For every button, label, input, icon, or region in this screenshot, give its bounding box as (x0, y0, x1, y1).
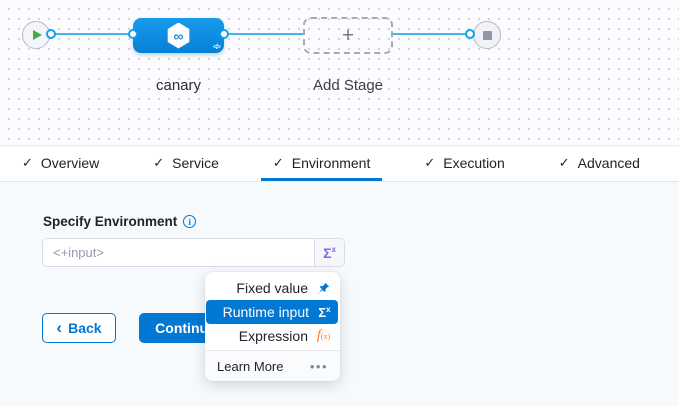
edge-addstage-to-end (392, 33, 471, 35)
pipeline-canvas: ∞ </> + canary Add Stage (0, 0, 679, 146)
tab-label: Environment (292, 155, 371, 171)
menu-item-fixed-value[interactable]: Fixed value (205, 276, 340, 300)
edge-stage-to-addstage (228, 33, 304, 35)
sigma-icon: Σx (317, 305, 332, 320)
tab-label: Overview (41, 155, 99, 171)
stage-config-tabbar: ✓ Overview ✓ Service ✓ Environment ✓ Exe… (0, 147, 679, 182)
code-icon: </> (213, 44, 220, 51)
check-icon: ✓ (153, 155, 164, 171)
pipeline-end-node (473, 21, 501, 49)
stage-in-port (128, 29, 138, 39)
add-stage-label: Add Stage (298, 77, 398, 94)
check-icon: ✓ (273, 155, 284, 171)
menu-item-expression[interactable]: Expression f(x) (205, 324, 340, 348)
start-out-port (46, 29, 56, 39)
input-type-menu: Fixed value Runtime input Σx Expression … (205, 272, 340, 381)
environment-input[interactable] (43, 239, 314, 266)
expression-fx-icon: f(x) (316, 328, 331, 344)
tab-label: Advanced (578, 155, 640, 171)
end-in-port (465, 29, 475, 39)
sigma-icon: Σ (323, 245, 331, 261)
tab-execution[interactable]: ✓ Execution (412, 147, 516, 181)
tab-advanced[interactable]: ✓ Advanced (547, 147, 652, 181)
plus-icon: + (342, 25, 354, 46)
tab-service[interactable]: ✓ Service (141, 147, 231, 181)
more-options-icon[interactable]: ••• (310, 359, 328, 374)
stage-out-port (219, 29, 229, 39)
menu-footer: Learn More ••• (205, 351, 340, 381)
environment-input-group: Σx (42, 238, 345, 267)
check-icon: ✓ (22, 155, 33, 171)
chevron-left-icon: ‹ (56, 319, 62, 336)
menu-item-runtime-input[interactable]: Runtime input Σx (206, 300, 338, 324)
pin-icon (316, 282, 331, 295)
tab-overview[interactable]: ✓ Overview (10, 147, 111, 181)
add-stage-button[interactable]: + (303, 17, 393, 54)
play-icon (33, 30, 42, 40)
specify-environment-label: Specify Environment (43, 214, 177, 229)
check-icon: ✓ (559, 155, 570, 171)
tab-environment[interactable]: ✓ Environment (261, 147, 383, 181)
tab-label: Execution (443, 155, 504, 171)
stage-node-canary[interactable]: ∞ </> (133, 18, 224, 53)
info-icon[interactable]: i (183, 215, 196, 228)
runtime-input-type-button[interactable]: Σx (314, 239, 344, 266)
cd-hexagon-icon: ∞ (167, 23, 191, 49)
tab-label: Service (172, 155, 219, 171)
pipeline-stage-setup-screen: ∞ </> + canary Add Stage ✓ Overview ✓ Se… (0, 0, 679, 406)
check-icon: ✓ (424, 155, 435, 171)
stage-name-label: canary (133, 77, 224, 94)
edge-start-to-stage (55, 33, 129, 35)
stop-icon (483, 31, 492, 40)
learn-more-link[interactable]: Learn More (217, 359, 283, 374)
back-button[interactable]: ‹ Back (42, 313, 116, 343)
